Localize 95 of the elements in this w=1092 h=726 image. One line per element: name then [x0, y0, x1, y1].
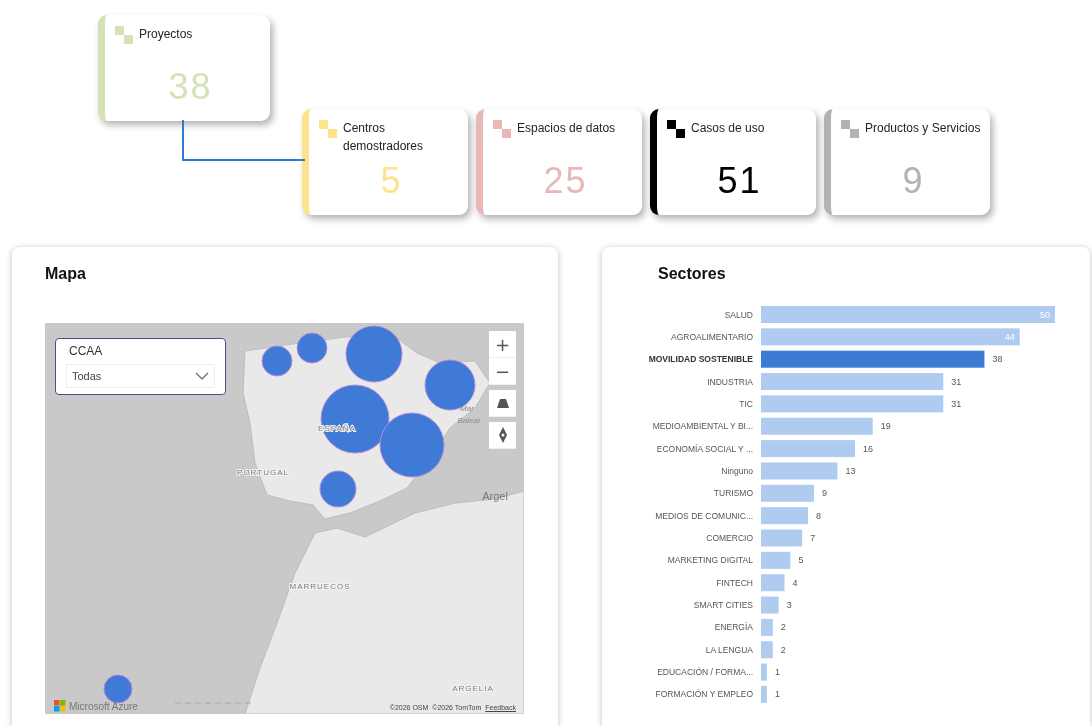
- category-label: MARKETING DIGITAL: [667, 555, 753, 566]
- category-label: AGROALIMENTARIO: [670, 331, 753, 342]
- map-label: Argel: [482, 490, 508, 502]
- map-bubble[interactable]: [319, 470, 357, 508]
- squares-icon: [115, 26, 133, 44]
- category-label: MOVILIDAD SOSTENIBLE: [648, 354, 753, 365]
- category-label: LA LENGUA: [705, 644, 753, 655]
- value-label: 3: [786, 600, 792, 611]
- map-label: Balear: [457, 416, 481, 425]
- filter-label: CCAA: [69, 344, 104, 358]
- category-label: TIC: [739, 398, 753, 409]
- bar[interactable]: [761, 462, 838, 480]
- bar[interactable]: [761, 395, 944, 413]
- value-label: 5: [798, 555, 804, 566]
- bar[interactable]: [761, 596, 779, 614]
- kpi-value: 5: [379, 161, 404, 201]
- value-label: 2: [780, 644, 786, 655]
- value-label: 9: [821, 488, 827, 499]
- kpi-label: Proyectos: [139, 26, 193, 43]
- map-bubble[interactable]: [296, 332, 328, 364]
- category-label: ENERGÍA: [714, 622, 753, 633]
- bar[interactable]: [761, 641, 773, 659]
- value-label: 38: [992, 354, 1003, 365]
- bar[interactable]: [761, 618, 773, 636]
- category-label: SALUD: [724, 309, 753, 320]
- bar[interactable]: [761, 350, 985, 368]
- value-label: 16: [863, 443, 874, 454]
- compass-icon: [498, 427, 507, 443]
- zoom-in-button[interactable]: +: [489, 331, 516, 358]
- value-label: 8: [816, 510, 822, 521]
- category-label: TURISMO: [713, 488, 753, 499]
- squares-icon: [667, 120, 685, 138]
- kpi-label: Espacios de datos: [517, 120, 616, 137]
- map-bubble[interactable]: [424, 359, 476, 411]
- map-label: ARGELIA: [452, 684, 494, 693]
- kpi-label: Productos y Servicios: [865, 120, 981, 137]
- chevron-down-icon: [195, 372, 209, 380]
- category-label: INDUSTRIA: [707, 376, 753, 387]
- value-label: 4: [792, 577, 798, 588]
- value-label: 2: [780, 622, 786, 633]
- bar[interactable]: [761, 663, 767, 681]
- map-label: MARRUECOS: [289, 582, 351, 591]
- tilt-button[interactable]: [489, 390, 516, 417]
- category-label: SMART CITIES: [693, 600, 753, 611]
- map-bubble[interactable]: [345, 325, 403, 383]
- value-label: 7: [810, 533, 816, 543]
- bar[interactable]: [761, 551, 791, 569]
- map-bubble[interactable]: [320, 384, 390, 454]
- bar[interactable]: [761, 574, 785, 592]
- bar[interactable]: [761, 507, 809, 525]
- map-label: PORTUGAL: [237, 468, 289, 477]
- value-label: 50: [1040, 309, 1050, 320]
- zoom-out-button[interactable]: −: [489, 358, 516, 385]
- category-label: FINTECH: [716, 577, 753, 588]
- four-squares-logo-icon: [54, 700, 66, 712]
- bar[interactable]: [761, 440, 856, 458]
- category-label: ECONOMÍA SOCIAL Y ...: [656, 443, 753, 454]
- value-label: 19: [880, 421, 891, 432]
- kpi-value: 9: [901, 161, 926, 201]
- bar[interactable]: [761, 484, 814, 502]
- squares-icon: [493, 120, 511, 138]
- trapezoid-icon: [496, 398, 509, 408]
- category-label: MEDIOS DE COMUNIC...: [655, 510, 753, 521]
- kpi-label: Centros demostradores: [343, 120, 425, 155]
- bar[interactable]: [761, 417, 873, 435]
- value-label: 1: [774, 667, 780, 678]
- category-label: FORMACIÓN Y EMPLEO: [655, 689, 753, 700]
- value-label: 31: [951, 398, 962, 409]
- category-label: Ninguno: [721, 465, 753, 476]
- panel-title: Mapa: [45, 265, 87, 284]
- map-bubble[interactable]: [261, 345, 293, 377]
- compass-button[interactable]: [489, 422, 516, 449]
- value-label: 13: [845, 465, 856, 476]
- value-label: 1: [774, 689, 780, 700]
- category-label: COMERCIO: [706, 533, 753, 543]
- bar[interactable]: [761, 373, 944, 391]
- region-dropdown[interactable]: Todas: [66, 364, 215, 388]
- map-bubble[interactable]: [379, 412, 445, 478]
- category-label: EDUCACIÓN / FORMA...: [657, 667, 753, 678]
- bar[interactable]: [761, 685, 767, 703]
- brand-name: Microsoft Azure: [69, 700, 138, 712]
- bar[interactable]: [761, 529, 803, 547]
- map-label: Mar: [460, 404, 474, 413]
- kpi-value: 25: [542, 161, 589, 201]
- kpi-label: Casos de uso: [691, 120, 765, 137]
- value-label: 31: [951, 376, 962, 387]
- squares-icon: [319, 120, 337, 138]
- category-label: MEDIOAMBIENTAL Y BI...: [652, 421, 753, 432]
- kpi-value: 38: [167, 67, 214, 107]
- squares-icon: [841, 120, 859, 138]
- value-label: 44: [1004, 331, 1015, 342]
- kpi-value: 51: [716, 161, 763, 201]
- panel-title: Sectores: [658, 265, 727, 284]
- map-bubble[interactable]: [103, 674, 133, 704]
- bar[interactable]: [761, 328, 1020, 346]
